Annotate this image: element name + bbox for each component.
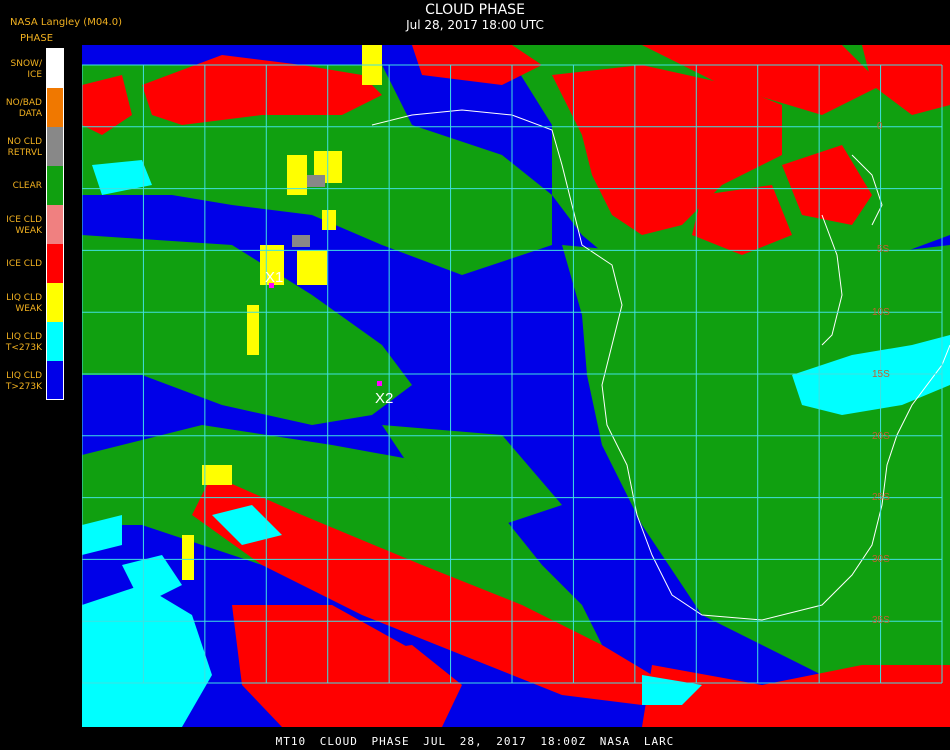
lat-label-30s: 30S (872, 554, 890, 565)
legend-label-ice-cloud-weak: ICE CLD WEAK (6, 215, 42, 236)
timestamp: Jul 28, 2017 18:00 UTC (406, 18, 544, 32)
legend-label-clear: CLEAR (12, 181, 42, 191)
legend-heading: PHASE (20, 33, 54, 44)
legend-swatch-liquid-cloud-warm (47, 361, 63, 399)
legend-label-snow-ice: SNOW/ ICE (10, 59, 42, 80)
lat-label-15s: 15S (872, 369, 890, 380)
legend-label-liquid-cloud-cold: LIQ CLD T<273K (5, 332, 42, 353)
legend-swatch-ice-cloud-weak (47, 205, 63, 244)
legend-swatch-no-bad-data (47, 88, 63, 127)
legend-colorbar (46, 48, 64, 400)
legend-label-no-cloud-retrieval: NO CLD RETRVL (7, 137, 42, 158)
legend-swatch-ice-cloud (47, 244, 63, 283)
satellite-map[interactable]: 0 5S 10S 15S 20S 25S 30S 35S X1 X2 (82, 45, 950, 727)
cloud-phase-viewer: CLOUD PHASE Jul 28, 2017 18:00 UTC NASA … (0, 0, 950, 750)
lat-label-35s: 35S (872, 615, 890, 626)
legend-swatch-snow-ice (47, 49, 63, 88)
lat-label-20s: 20S (872, 431, 890, 442)
footer-caption: MT10 CLOUD PHASE JUL 28, 2017 18:00Z NAS… (275, 735, 675, 748)
legend-label-liquid-cloud-warm: LIQ CLD T>273K (5, 371, 42, 392)
marker-x2-point (377, 381, 382, 386)
page-title: CLOUD PHASE (425, 2, 525, 18)
legend-swatch-no-cloud-retrieval (47, 127, 63, 166)
legend-swatch-liquid-cloud-cold (47, 322, 63, 361)
lat-label-10s: 10S (872, 307, 890, 318)
legend-label-no-bad-data: NO/BAD DATA (5, 98, 42, 119)
marker-x1[interactable]: X1 (265, 269, 283, 288)
lat-label-5s: 5S (877, 244, 890, 255)
marker-x1-label: X1 (265, 269, 283, 286)
lat-label-25s: 25S (872, 492, 890, 503)
legend-swatch-clear (47, 166, 63, 205)
marker-x2-label: X2 (375, 390, 393, 407)
lat-label-0: 0 (877, 121, 883, 132)
legend-label-ice-cloud: ICE CLD (6, 259, 42, 269)
legend-swatch-liquid-cloud-weak (47, 283, 63, 322)
legend-label-liquid-cloud-weak: LIQ CLD WEAK (6, 293, 42, 314)
source-label: NASA Langley (M04.0) (10, 17, 122, 28)
